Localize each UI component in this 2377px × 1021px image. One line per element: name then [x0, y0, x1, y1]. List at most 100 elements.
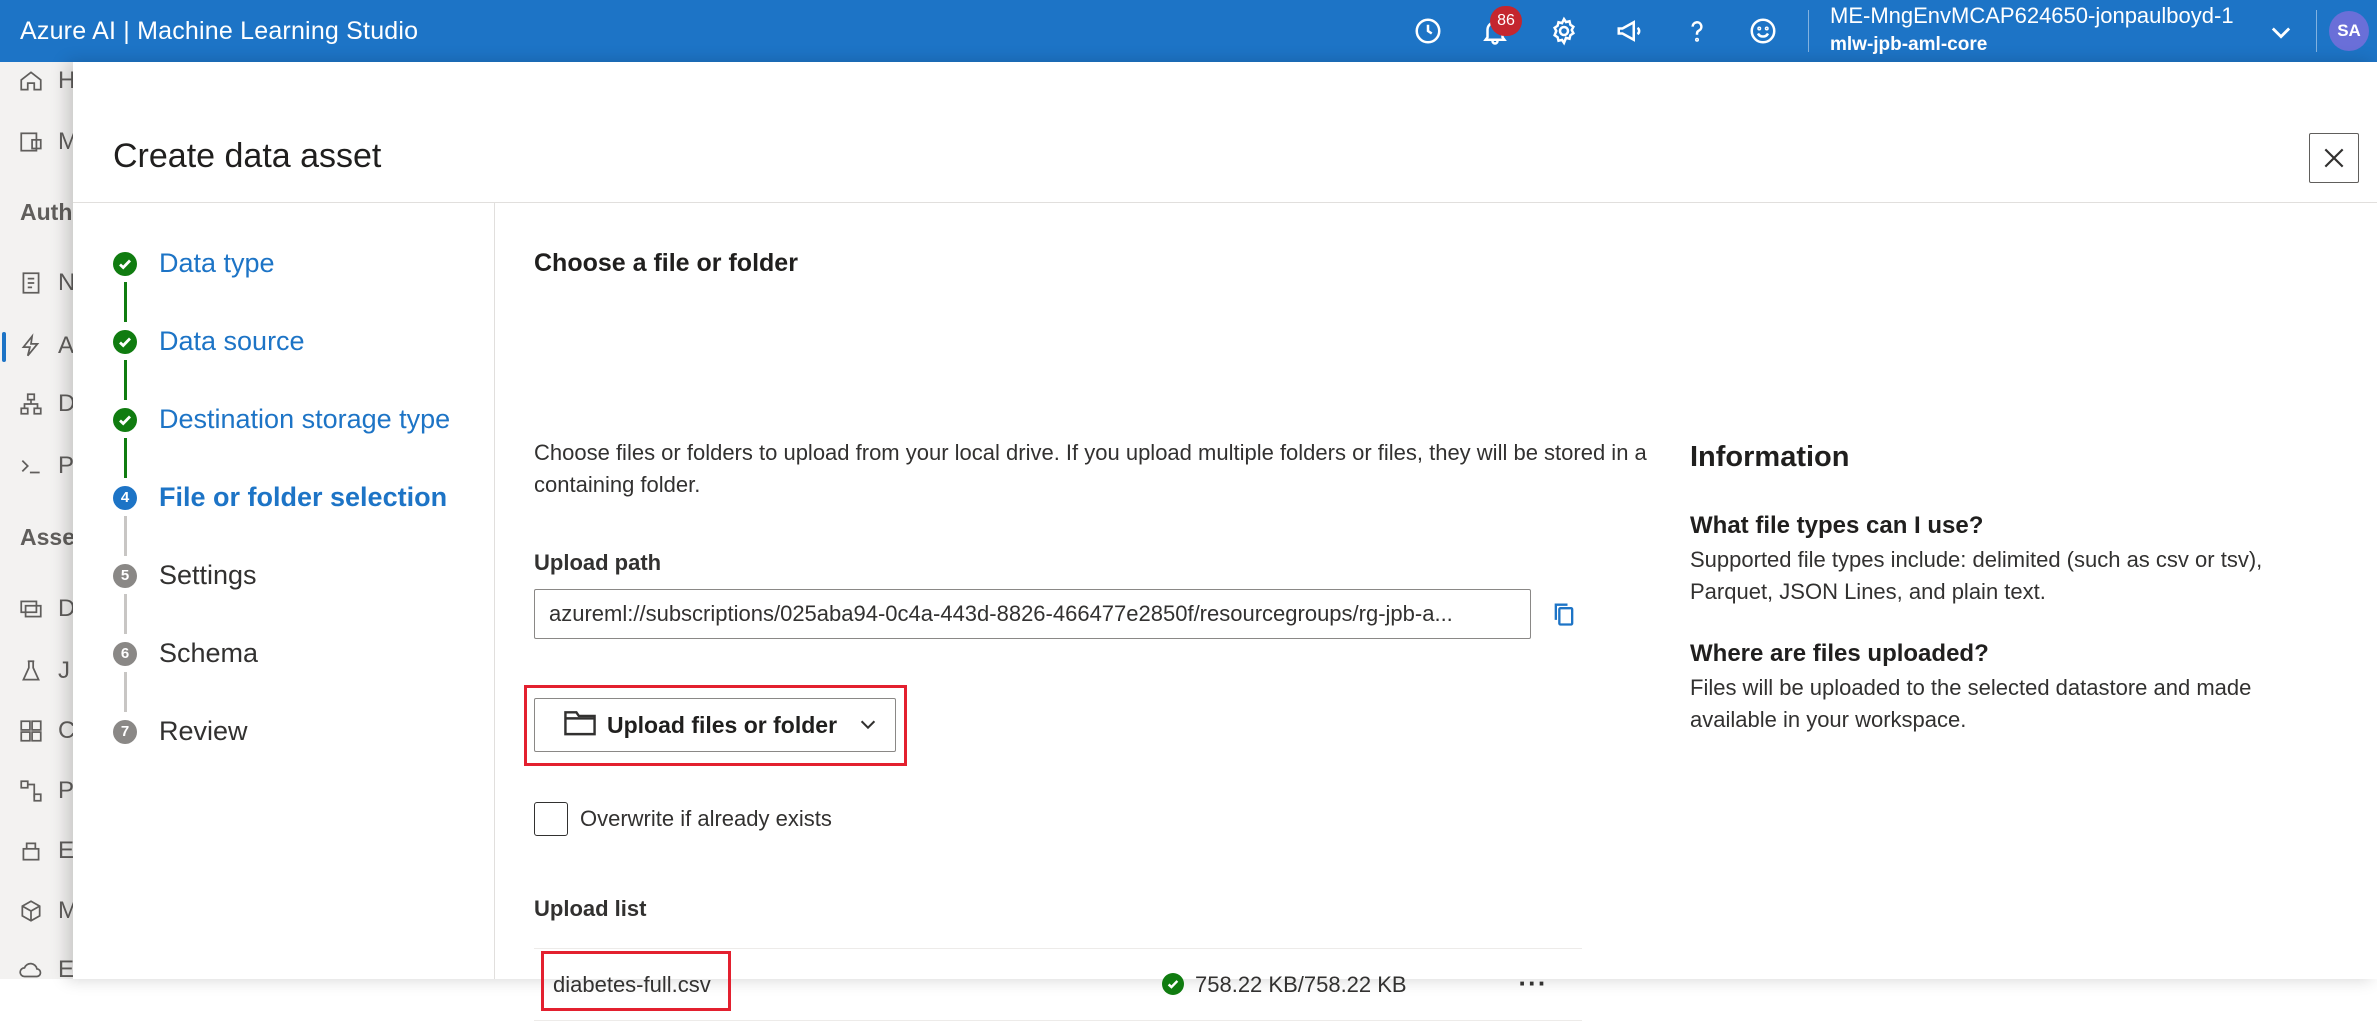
workspace-subtitle[interactable]: mlw-jpb-aml-core: [1830, 34, 1987, 56]
chevron-down-icon: [837, 709, 879, 741]
pipelines-icon: [20, 780, 42, 802]
nav-item-label: N: [58, 269, 73, 296]
nav-item-components[interactable]: C: [18, 716, 73, 746]
nav-item-label: E: [58, 956, 73, 979]
nav-item-designer[interactable]: D: [18, 389, 73, 419]
history-icon[interactable]: [1410, 13, 1446, 49]
nav-item-label: J: [58, 657, 70, 684]
workspace-name[interactable]: ME-MngEnvMCAP624650-jonpaulboyd-1: [1830, 3, 2234, 29]
jobs-icon: [22, 660, 40, 681]
upload-status: 758.22 KB/758.22 KB: [1195, 972, 1407, 997]
step-data-source[interactable]: Data source: [113, 326, 305, 357]
data-icon: [20, 600, 42, 618]
copy-icon[interactable]: [1547, 597, 1581, 631]
avatar[interactable]: SA: [2329, 11, 2369, 51]
step-data-type[interactable]: Data type: [113, 248, 275, 279]
step-label: File or folder selection: [159, 482, 448, 512]
nav-item-label: E: [58, 837, 73, 864]
nav-item-label: A: [58, 332, 73, 359]
nav-item-notebooks[interactable]: N: [18, 268, 73, 298]
nav-item-label: H: [58, 67, 73, 94]
app-title[interactable]: Azure AI | Machine Learning Studio: [20, 17, 418, 46]
step-destination-storage-type[interactable]: Destination storage type: [113, 404, 450, 435]
nav-item-label: D: [58, 390, 73, 417]
info-answer-file-types: Supported file types include: delimited …: [1690, 547, 2263, 604]
header-divider: [2316, 10, 2317, 52]
nav-item-endpoints[interactable]: E: [18, 955, 73, 979]
notebook-icon: [22, 272, 40, 294]
step-schema: 6 Schema: [113, 638, 258, 669]
background-nav: H M Autho N A D P Asset D J C P E: [0, 62, 73, 979]
upload-path-label: Upload path: [534, 550, 662, 575]
model-catalog-icon: [20, 132, 42, 152]
automl-icon: [21, 333, 40, 357]
upload-list-title: Upload list: [534, 896, 647, 921]
overwrite-checkbox[interactable]: [534, 802, 568, 836]
step-connector: [124, 360, 127, 400]
upload-path-field[interactable]: [534, 589, 1531, 639]
overwrite-label[interactable]: Overwrite if already exists: [580, 806, 832, 832]
nav-item-label: P: [58, 777, 73, 804]
nav-item-models[interactable]: M: [18, 896, 73, 926]
check-icon: [113, 407, 137, 432]
step-connector: [124, 438, 127, 478]
step-connector: [124, 282, 127, 322]
step-connector: [124, 594, 127, 634]
nav-item-automl[interactable]: A: [18, 331, 73, 361]
create-data-asset-panel: Create data asset Data type Data source …: [73, 62, 2377, 1021]
nav-item-pipelines[interactable]: P: [18, 776, 73, 806]
chevron-down-icon[interactable]: [2267, 18, 2297, 46]
close-button[interactable]: [2309, 133, 2359, 183]
section-title: Choose a file or folder: [534, 249, 798, 277]
environments-icon: [22, 842, 40, 861]
models-icon: [21, 900, 41, 922]
nav-item-home[interactable]: H: [18, 66, 73, 96]
endpoints-icon: [19, 962, 42, 978]
success-check-icon: [1162, 973, 1184, 995]
step-label: Data type: [159, 248, 275, 278]
check-icon: [113, 329, 137, 354]
step-label: Review: [159, 716, 248, 746]
step-settings: 5 Settings: [113, 560, 257, 591]
nav-item-jobs[interactable]: J: [18, 656, 70, 686]
step-file-or-folder-selection[interactable]: 4 File or folder selection: [113, 482, 447, 513]
megaphone-icon[interactable]: [1612, 13, 1648, 49]
notification-badge[interactable]: 86: [1490, 6, 1522, 36]
step-number: 7: [113, 719, 137, 744]
upload-description: Choose files or folders to upload from y…: [534, 440, 1647, 497]
check-icon: [113, 251, 137, 276]
step-label: Settings: [159, 560, 257, 590]
help-icon[interactable]: [1679, 13, 1715, 49]
prompt-flow-icon: [21, 459, 40, 474]
uploaded-file-name[interactable]: diabetes-full.csv: [553, 972, 711, 998]
nav-item-label: D: [58, 595, 73, 622]
header-divider: [73, 202, 2377, 203]
nav-item-label: M: [58, 128, 73, 155]
step-number: 6: [113, 641, 137, 666]
nav-item-data[interactable]: D: [18, 594, 73, 624]
step-label: Destination storage type: [159, 404, 451, 434]
nav-active-indicator: [2, 332, 6, 362]
nav-item-label: P: [58, 452, 73, 479]
upload-files-or-folder-button[interactable]: Upload files or folder: [534, 698, 896, 752]
components-icon: [20, 720, 42, 742]
nav-item-environments[interactable]: E: [18, 836, 73, 866]
top-bar: Azure AI | Machine Learning Studio 86 ME…: [0, 0, 2377, 62]
nav-item-label: C: [58, 717, 73, 744]
stepper-divider: [494, 203, 495, 979]
nav-section-authoring: Autho: [20, 199, 73, 225]
upload-button-label: Upload files or folder: [607, 711, 838, 738]
gear-icon[interactable]: [1546, 13, 1582, 49]
step-connector: [124, 672, 127, 712]
close-icon: [2324, 148, 2344, 168]
step-connector: [124, 516, 127, 556]
step-number: 5: [113, 563, 137, 588]
nav-item-model-catalog[interactable]: M: [18, 127, 73, 157]
smiley-icon[interactable]: [1745, 13, 1781, 49]
more-options-button[interactable]: ···: [1516, 966, 1550, 1000]
info-question-upload-location: Where are files uploaded?: [1690, 640, 1989, 667]
designer-icon: [20, 393, 42, 415]
nav-item-prompt-flow[interactable]: P: [18, 451, 73, 481]
home-icon: [20, 71, 42, 91]
folder-icon: [563, 707, 597, 743]
